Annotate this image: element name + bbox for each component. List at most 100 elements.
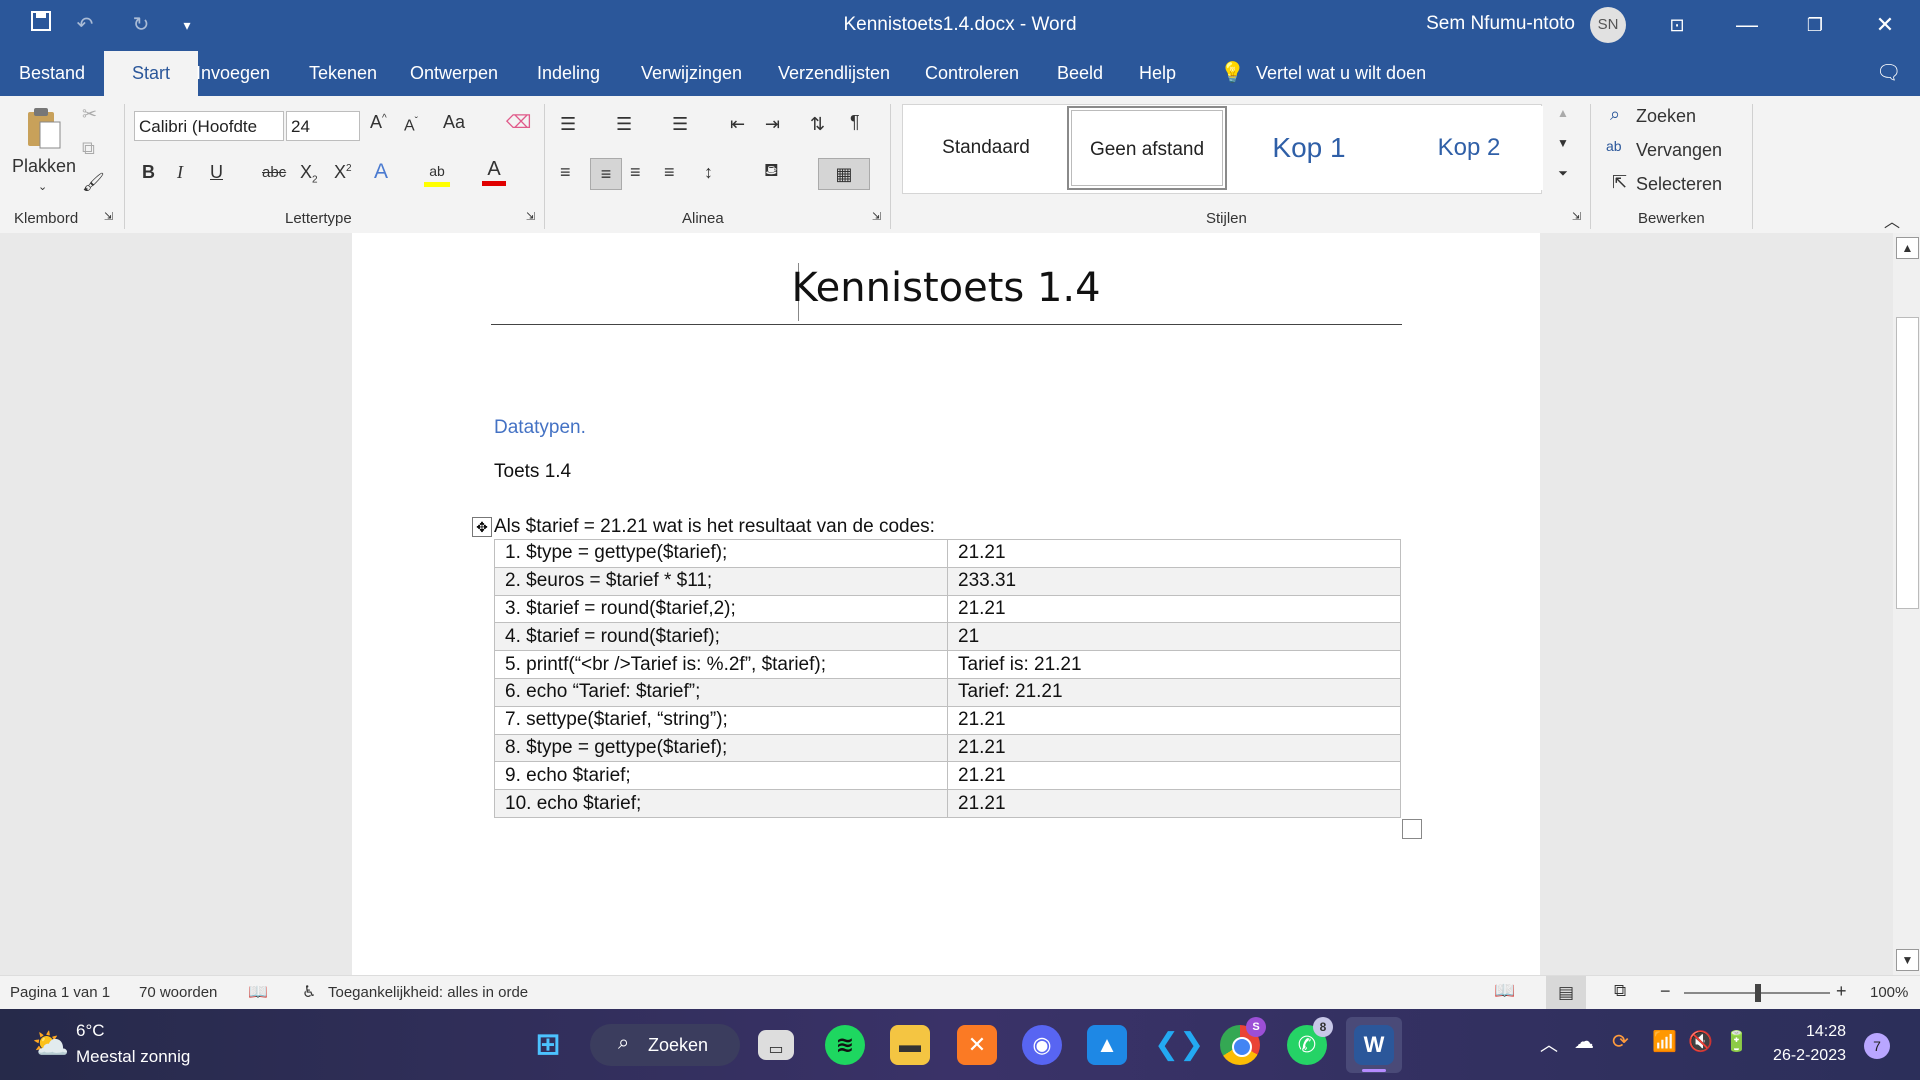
spotify-icon[interactable]: ≋ bbox=[825, 1025, 865, 1065]
clear-formatting-icon[interactable]: ⌫ bbox=[506, 112, 531, 133]
italic-icon[interactable]: I bbox=[177, 162, 183, 183]
section-heading[interactable]: Datatypen. bbox=[494, 417, 586, 439]
subscript-icon[interactable]: X2 bbox=[300, 162, 318, 186]
align-right-icon[interactable]: ≡ bbox=[630, 162, 641, 183]
multilevel-list-icon[interactable]: ☰ bbox=[672, 114, 688, 135]
proofing-icon[interactable]: 📖 bbox=[248, 982, 268, 1002]
paste-icon[interactable] bbox=[24, 104, 64, 154]
restore-icon[interactable]: ❐ bbox=[1790, 6, 1840, 44]
code-cell[interactable]: 1. $type = gettype($tarief); bbox=[494, 539, 948, 568]
code-cell[interactable]: 3. $tarief = round($tarief,2); bbox=[494, 594, 948, 624]
underline-icon[interactable]: U bbox=[210, 162, 223, 183]
code-cell[interactable]: 6. echo “Tarief: $tarief”; bbox=[494, 677, 948, 707]
result-cell[interactable]: 21.21 bbox=[947, 789, 1401, 818]
xampp-icon[interactable]: ✕ bbox=[957, 1025, 997, 1065]
text-effects-icon[interactable]: A bbox=[374, 160, 388, 184]
zoom-level[interactable]: 100% bbox=[1870, 984, 1908, 1001]
increase-indent-icon[interactable]: ⇥ bbox=[765, 114, 780, 135]
table-row[interactable]: 3. $tarief = round($tarief,2); 21.21 bbox=[494, 594, 1401, 624]
answers-table[interactable]: 1. $type = gettype($tarief); 21.21 2. $eur… bbox=[494, 539, 1401, 818]
tab-start[interactable]: Start bbox=[104, 51, 198, 96]
table-row[interactable]: 8. $type = gettype($tarief); 21.21 bbox=[494, 733, 1401, 763]
align-left-icon[interactable]: ≡ bbox=[560, 162, 571, 183]
result-cell[interactable]: 21.21 bbox=[947, 594, 1401, 624]
document-title-heading[interactable]: Kennistoets 1.4 bbox=[352, 265, 1540, 311]
shrink-font-icon[interactable]: Aˇ bbox=[404, 116, 418, 135]
font-name-combo[interactable]: Calibri (Hoofdte bbox=[134, 111, 284, 141]
subtitle-text[interactable]: Toets 1.4 bbox=[494, 461, 571, 483]
scroll-down-icon[interactable]: ▼ bbox=[1896, 949, 1919, 971]
tab-beeld[interactable]: Beeld bbox=[1053, 51, 1107, 96]
result-cell[interactable]: 21.21 bbox=[947, 539, 1401, 568]
chrome-icon[interactable]: S bbox=[1220, 1017, 1266, 1065]
table-move-handle-icon[interactable]: ✥ bbox=[472, 517, 492, 537]
tab-bestand[interactable]: Bestand bbox=[15, 51, 89, 96]
bold-icon[interactable]: B bbox=[142, 162, 155, 183]
decrease-indent-icon[interactable]: ⇤ bbox=[730, 114, 745, 135]
minimize-icon[interactable]: — bbox=[1722, 6, 1772, 44]
notification-badge[interactable]: 7 bbox=[1864, 1033, 1890, 1059]
clipboard-launcher-icon[interactable]: ⇲ bbox=[104, 210, 113, 223]
tell-me-search[interactable]: Vertel wat u wilt doen bbox=[1252, 51, 1430, 96]
wifi-icon[interactable]: 📶 bbox=[1652, 1029, 1677, 1054]
zoom-slider[interactable] bbox=[1684, 984, 1830, 1002]
paste-button[interactable]: Plakken bbox=[12, 156, 76, 177]
vertical-scrollbar[interactable]: ▲ ▼ bbox=[1893, 233, 1920, 975]
styles-scroll-up-icon[interactable]: ▲ bbox=[1552, 106, 1574, 120]
tab-indeling[interactable]: Indeling bbox=[533, 51, 604, 96]
tab-verzendlijsten[interactable]: Verzendlijsten bbox=[774, 51, 894, 96]
scroll-thumb[interactable] bbox=[1896, 317, 1919, 609]
tab-verwijzingen[interactable]: Verwijzingen bbox=[637, 51, 746, 96]
web-layout-icon[interactable]: ⧉ bbox=[1614, 981, 1626, 1001]
onedrive-icon[interactable]: ☁ bbox=[1574, 1029, 1594, 1054]
table-row[interactable]: 7. settype($tarief, “string”); 21.21 bbox=[494, 705, 1401, 735]
weather-icon[interactable]: ⛅ bbox=[32, 1027, 69, 1062]
grow-font-icon[interactable]: A^ bbox=[370, 112, 387, 133]
result-cell[interactable]: 21.21 bbox=[947, 705, 1401, 735]
code-cell[interactable]: 7. settype($tarief, “string”); bbox=[494, 705, 948, 735]
bullets-icon[interactable]: ☰ bbox=[560, 114, 576, 135]
shading-icon[interactable]: ⛾ bbox=[764, 160, 779, 184]
style-geen-afstand[interactable]: Geen afstand bbox=[1067, 106, 1227, 190]
tab-tekenen[interactable]: Tekenen bbox=[305, 51, 381, 96]
paste-dropdown-icon[interactable]: ⌄ bbox=[38, 180, 47, 193]
volume-muted-icon[interactable]: 🔇 bbox=[1688, 1029, 1713, 1054]
tab-help[interactable]: Help bbox=[1135, 51, 1180, 96]
page-count[interactable]: Pagina 1 van 1 bbox=[10, 984, 110, 1001]
avatar[interactable]: SN bbox=[1590, 7, 1626, 43]
align-center-icon[interactable]: ≡ bbox=[590, 158, 622, 190]
close-icon[interactable]: ✕ bbox=[1860, 6, 1910, 44]
question-text[interactable]: Als $tarief = 21.21 wat is het resultaat… bbox=[494, 516, 935, 538]
word-count[interactable]: 70 woorden bbox=[139, 984, 217, 1001]
ribbon-display-options-icon[interactable]: ⊡ bbox=[1652, 6, 1702, 44]
sync-icon[interactable]: ⟳ bbox=[1612, 1029, 1629, 1054]
weather-temp[interactable]: 6°C bbox=[76, 1021, 105, 1041]
styles-scroll-down-icon[interactable]: ▼ bbox=[1552, 136, 1574, 150]
code-cell[interactable]: 10. echo $tarief; bbox=[494, 789, 948, 818]
clock-time[interactable]: 14:28 bbox=[1786, 1023, 1846, 1041]
accessibility-status[interactable]: Toegankelijkheid: alles in orde bbox=[328, 984, 528, 1001]
table-row[interactable]: 5. printf(“<br />Tarief is: %.2f”, $tari… bbox=[494, 650, 1401, 679]
table-row[interactable]: 4. $tarief = round($tarief); 21 bbox=[494, 622, 1401, 652]
user-name[interactable]: Sem Nfumu-ntoto bbox=[1426, 13, 1575, 35]
superscript-icon[interactable]: X2 bbox=[334, 162, 352, 183]
style-kop-1[interactable]: Kop 1 bbox=[1235, 106, 1383, 190]
weather-text[interactable]: Meestal zonnig bbox=[76, 1047, 190, 1067]
file-explorer-icon[interactable]: ▬ bbox=[890, 1025, 930, 1065]
strikethrough-icon[interactable]: abc bbox=[262, 164, 286, 181]
style-kop-2[interactable]: Kop 2 bbox=[1395, 106, 1543, 190]
copy-icon[interactable]: ⧉ bbox=[82, 138, 95, 159]
change-case-button[interactable]: Aa bbox=[443, 112, 465, 133]
style-standaard[interactable]: Standaard bbox=[912, 106, 1060, 190]
justify-icon[interactable]: ≡ bbox=[664, 162, 675, 183]
find-button[interactable]: Zoeken bbox=[1636, 106, 1696, 127]
sort-icon[interactable]: ⇅ bbox=[810, 114, 825, 135]
result-cell[interactable]: 233.31 bbox=[947, 566, 1401, 596]
task-view-icon[interactable]: ▭ bbox=[758, 1030, 794, 1060]
styles-launcher-icon[interactable]: ⇲ bbox=[1572, 210, 1581, 223]
result-cell[interactable]: Tarief is: 21.21 bbox=[947, 650, 1401, 679]
styles-more-icon[interactable]: ⏷ bbox=[1552, 166, 1574, 181]
taskbar-search[interactable]: ⌕ Zoeken bbox=[590, 1024, 740, 1066]
font-launcher-icon[interactable]: ⇲ bbox=[526, 210, 535, 223]
zoom-slider-thumb[interactable] bbox=[1755, 984, 1761, 1002]
